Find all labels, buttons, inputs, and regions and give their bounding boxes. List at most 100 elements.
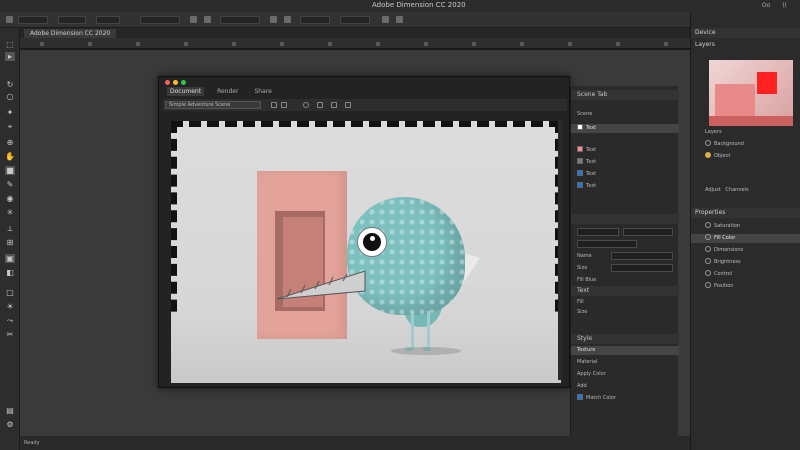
style-row-apply[interactable]: Apply Color xyxy=(571,370,679,379)
eyedropper-icon[interactable]: ✎ xyxy=(5,180,15,189)
close-dot-icon[interactable] xyxy=(165,80,170,85)
fit-icon[interactable] xyxy=(331,102,337,108)
maximize-dot-icon[interactable] xyxy=(181,80,186,85)
move-tool-icon[interactable]: ▸ xyxy=(5,52,15,61)
prop-fill-color[interactable]: Fill Color xyxy=(691,234,800,243)
sampler-tool-icon[interactable]: ⌖ xyxy=(5,122,15,131)
layer-item-background[interactable]: Background xyxy=(691,140,800,149)
frame-icon[interactable] xyxy=(271,102,277,108)
prop-label: Control xyxy=(714,271,733,277)
property-name-field[interactable] xyxy=(611,252,673,260)
scissors-icon[interactable]: ✂ xyxy=(5,330,15,339)
frame-tool-icon[interactable]: □ xyxy=(5,288,15,297)
style-row-add[interactable]: Add xyxy=(571,382,679,391)
light-icon[interactable] xyxy=(396,16,403,23)
prop-dimensions[interactable]: Dimensions xyxy=(691,246,800,255)
options-field-3[interactable] xyxy=(96,16,120,24)
window-control-minimize[interactable]: Oo xyxy=(759,2,773,9)
layers-tab[interactable]: Layers xyxy=(691,40,800,50)
camera-icon[interactable] xyxy=(382,16,389,23)
options-field-7[interactable] xyxy=(340,16,370,24)
layer-icon xyxy=(705,152,711,158)
render-thumbnail[interactable] xyxy=(709,60,793,126)
rect-icon[interactable] xyxy=(281,102,287,108)
embedded-app-window: Document Render Share Simple Adventure S… xyxy=(158,76,570,388)
distribute-icon[interactable] xyxy=(204,16,211,23)
grid-icon[interactable] xyxy=(284,16,291,23)
zoom-tool-icon[interactable]: ⊕ xyxy=(5,138,15,147)
fish-leg-left xyxy=(411,311,414,349)
window-control-close[interactable]: (( xyxy=(779,2,790,9)
layer-label: Background xyxy=(714,141,744,147)
style-row-texture[interactable]: Texture xyxy=(571,346,679,355)
canvas-scrollbar[interactable] xyxy=(558,120,562,380)
options-field-5[interactable] xyxy=(220,16,260,24)
tab-render[interactable]: Render xyxy=(214,87,241,96)
property-field-3[interactable] xyxy=(577,240,637,248)
scene-select[interactable]: Simple Adventure Scene xyxy=(165,101,261,109)
tab-share[interactable]: Share xyxy=(251,87,274,96)
move-icon[interactable] xyxy=(6,16,13,23)
scene-item-1[interactable]: Text xyxy=(571,124,679,133)
options-field-2[interactable] xyxy=(58,16,86,24)
window-controls: Oo (( xyxy=(759,2,790,9)
prop-label: Fill Color xyxy=(714,235,736,241)
light-tool-icon[interactable]: ✳ xyxy=(5,208,15,217)
prop-saturation[interactable]: Saturation xyxy=(691,222,800,231)
channels-tab[interactable]: Channels xyxy=(725,187,748,193)
measure-tool-icon[interactable]: ⟂ xyxy=(5,224,15,233)
text-section-head: Text xyxy=(571,286,679,296)
prop-control[interactable]: Control xyxy=(691,270,800,279)
layer-item-object[interactable]: Object xyxy=(691,152,800,161)
undo-icon[interactable] xyxy=(345,102,351,108)
property-field-1[interactable] xyxy=(577,228,619,236)
layers-tool-icon[interactable]: ▣ xyxy=(5,254,15,263)
style-row-material[interactable]: Material xyxy=(571,358,679,367)
snap-icon[interactable] xyxy=(270,16,277,23)
document-tab[interactable]: Adobe Dimension CC 2020 xyxy=(24,29,117,38)
scene-item-label: Text xyxy=(586,171,597,177)
prop-brightness[interactable]: Brightness xyxy=(691,258,800,267)
render-viewport[interactable] xyxy=(171,121,561,383)
swatch xyxy=(577,124,583,130)
magic-wand-icon[interactable]: ✦ xyxy=(5,108,15,117)
scene-item-5[interactable]: Text xyxy=(571,182,679,191)
scene-item-label: Text xyxy=(586,159,597,165)
scene-item-3[interactable]: Text xyxy=(571,158,679,167)
right-panel-head: Device xyxy=(691,28,800,38)
tools-toolbar: ⬚ ▸ ↻ ○ ✦ ⌖ ⊕ ✋ ■ ✎ ◉ ✳ ⟂ ⊞ ▣ ◧ □ ☀ ⤳ ✂ … xyxy=(0,28,20,450)
prop-icon xyxy=(705,234,711,240)
prop-position[interactable]: Position xyxy=(691,282,800,291)
path-tool-icon[interactable]: ⤳ xyxy=(5,316,15,325)
lock-icon[interactable]: ▤ xyxy=(5,406,15,415)
swatch xyxy=(577,146,583,152)
hand-icon[interactable] xyxy=(317,102,323,108)
group-tool-icon[interactable]: ◧ xyxy=(5,268,15,277)
settings-icon[interactable]: ⚙ xyxy=(5,420,15,429)
property-size-field[interactable] xyxy=(611,264,673,272)
select-tool-icon[interactable]: ⬚ xyxy=(5,40,15,49)
adjust-label: Adjust xyxy=(705,187,721,193)
orbit-tool-icon[interactable]: ○ xyxy=(5,92,15,101)
align-icon[interactable] xyxy=(190,16,197,23)
prop-icon xyxy=(705,258,711,264)
options-field-6[interactable] xyxy=(300,16,330,24)
align-tool-icon[interactable]: ⊞ xyxy=(5,238,15,247)
fill-tool-icon[interactable]: ■ xyxy=(5,166,15,175)
options-field-4[interactable] xyxy=(140,16,180,24)
pan-tool-icon[interactable]: ✋ xyxy=(5,152,15,161)
minimize-dot-icon[interactable] xyxy=(173,80,178,85)
zoom-icon[interactable] xyxy=(303,102,309,108)
property-field-2[interactable] xyxy=(623,228,673,236)
style-row-match[interactable]: Match Color xyxy=(571,394,679,403)
sun-tool-icon[interactable]: ☀ xyxy=(5,302,15,311)
text-row: Size xyxy=(577,309,588,315)
scene-item-2[interactable]: Text xyxy=(571,146,679,155)
scene-item-4[interactable]: Text xyxy=(571,170,679,179)
rotate-tool-icon[interactable]: ↻ xyxy=(5,80,15,89)
tab-document[interactable]: Document xyxy=(167,87,205,96)
camera-tool-icon[interactable]: ◉ xyxy=(5,194,15,203)
options-field-1[interactable] xyxy=(18,16,48,24)
prop-icon xyxy=(705,246,711,252)
prop-label: Saturation xyxy=(714,223,741,229)
